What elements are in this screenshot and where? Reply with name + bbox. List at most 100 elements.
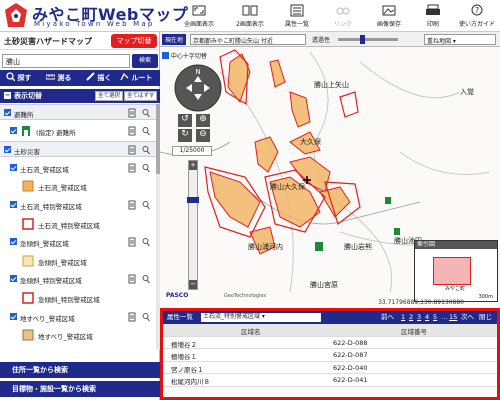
- layer-item[interactable]: 土石流_特別警戒区域: [0, 197, 156, 213]
- index-map-scale: 300m: [478, 294, 493, 300]
- layer-item[interactable]: 土石流_警戒区域: [0, 178, 156, 194]
- column-header[interactable]: 区域番号: [401, 326, 427, 336]
- prev-page-button[interactable]: 前へ: [381, 311, 394, 324]
- zoom-slider[interactable]: + −: [187, 160, 199, 290]
- shelter-marker[interactable]: [394, 228, 400, 235]
- layer-item[interactable]: 土石流_特別警戒区域: [0, 216, 156, 232]
- zoom-to-layer-icon[interactable]: [142, 126, 150, 136]
- collapse-icon[interactable]: −: [4, 92, 11, 99]
- page-link-4[interactable]: 4: [425, 311, 429, 324]
- layer-toggle-header[interactable]: − 表示切替 全て選択 全てはずす: [0, 89, 160, 103]
- pan-control[interactable]: N: [174, 64, 222, 112]
- layer-checkbox[interactable]: [10, 312, 17, 320]
- page-link-1[interactable]: 1: [401, 311, 405, 324]
- page-link-5[interactable]: 5: [433, 311, 437, 324]
- toolbar-button-attribute-list[interactable]: 属性一覧: [275, 1, 319, 31]
- shelter-marker[interactable]: [315, 242, 323, 251]
- zoom-to-layer-icon[interactable]: [142, 108, 150, 118]
- shelter-marker[interactable]: [385, 197, 391, 204]
- place-label: 勝山岩熊: [344, 243, 372, 251]
- checkbox-icon[interactable]: [162, 52, 169, 59]
- toolbar-button-fullscreen[interactable]: 全画面表示: [177, 1, 221, 31]
- layer-checkbox[interactable]: [10, 126, 17, 134]
- toolbar-button-guide[interactable]: ? 使い方ガイド: [455, 1, 499, 31]
- tool-route[interactable]: ルート: [120, 70, 152, 86]
- table-row[interactable]: 宮ノ原谷１ 622-D-040: [163, 362, 497, 374]
- select-all-button[interactable]: 全て選択: [95, 91, 124, 101]
- zoom-out-area-icon[interactable]: ⊖: [196, 129, 210, 142]
- zoom-to-layer-icon[interactable]: [142, 312, 150, 322]
- layer-checkbox[interactable]: [10, 163, 17, 171]
- opacity-handle[interactable]: [360, 35, 365, 44]
- index-map[interactable]: 索引図 みやこ町 300m: [414, 240, 498, 302]
- zoom-slider-handle[interactable]: [187, 197, 199, 203]
- geotech-credit: GeoTechnologies: [224, 293, 267, 299]
- tool-search[interactable]: 探す: [6, 70, 31, 86]
- page-link-2[interactable]: 2: [409, 311, 413, 324]
- facility-search-link[interactable]: 目標物・施設一覧から検索: [0, 381, 160, 397]
- column-header[interactable]: 区域名: [241, 326, 261, 336]
- document-icon[interactable]: [128, 312, 136, 322]
- clear-all-button[interactable]: 全てはずす: [124, 91, 158, 101]
- zoom-to-layer-icon[interactable]: [142, 200, 150, 210]
- tool-measure[interactable]: 測る: [45, 70, 71, 86]
- index-map-extent[interactable]: [433, 257, 471, 285]
- zoom-to-layer-icon[interactable]: [142, 163, 150, 173]
- layer-item[interactable]: 急傾斜_特別警戒区域: [0, 290, 156, 306]
- layer-checkbox[interactable]: [4, 109, 11, 116]
- layer-item[interactable]: (指定) 避難所: [0, 123, 156, 139]
- scale-display: 1/25000: [172, 146, 212, 156]
- rotate-right-icon[interactable]: ↻: [178, 129, 192, 142]
- map-view[interactable]: 現在地 京都郡みやこ町勝山矢山 付近 透過性 重ね地図 ▾ 中心十字切替 N ↺…: [160, 32, 500, 308]
- close-panel-button[interactable]: 閉じ: [479, 311, 492, 324]
- layer-checkbox[interactable]: [10, 238, 17, 246]
- layer-item[interactable]: 急傾斜_警戒区域: [0, 253, 156, 269]
- document-icon[interactable]: [128, 108, 136, 118]
- next-page-button[interactable]: 次へ: [461, 311, 474, 324]
- document-icon[interactable]: [128, 237, 136, 247]
- opacity-slider[interactable]: [338, 35, 398, 44]
- zoom-in-icon[interactable]: +: [189, 161, 197, 170]
- layer-item[interactable]: 地すべり_警戒区域: [0, 327, 156, 343]
- document-icon[interactable]: [128, 126, 136, 136]
- zoom-out-icon[interactable]: −: [189, 280, 197, 289]
- address-search-link[interactable]: 住所一覧から検索: [0, 362, 160, 378]
- rotate-left-icon[interactable]: ↺: [178, 114, 192, 127]
- document-icon[interactable]: [128, 200, 136, 210]
- zoom-area-icon[interactable]: ⊕: [196, 114, 210, 127]
- layer-label: 土石流_警戒区域: [20, 165, 69, 174]
- search-input[interactable]: 勝山: [2, 54, 130, 68]
- layer-checkbox[interactable]: [4, 146, 11, 154]
- layer-item[interactable]: 急傾斜_特別警戒区域: [0, 271, 156, 287]
- layer-label: 土石流_特別警戒区域: [20, 203, 82, 211]
- layer-item[interactable]: 土石流_警戒区域: [0, 160, 156, 176]
- basemap-select[interactable]: 重ね地図 ▾: [424, 34, 496, 45]
- layer-checkbox[interactable]: [10, 275, 17, 283]
- document-icon[interactable]: [128, 163, 136, 173]
- layer-item[interactable]: 急傾斜_警戒区域: [0, 234, 156, 250]
- table-row[interactable]: 檀増谷１ 622-D-087: [163, 349, 497, 362]
- layer-checkbox[interactable]: [10, 201, 17, 208]
- zoom-to-layer-icon[interactable]: [142, 274, 150, 284]
- address-field[interactable]: 京都郡みやこ町勝山矢山 付近: [190, 34, 306, 45]
- zoom-to-layer-icon[interactable]: [142, 145, 150, 155]
- layer-item[interactable]: 土砂災害: [0, 141, 156, 158]
- toolbar-button-save-image[interactable]: 画像保存: [367, 1, 411, 31]
- document-icon[interactable]: [128, 145, 136, 155]
- table-row[interactable]: 松尾河内川８ 622-D-041: [163, 374, 497, 387]
- document-icon[interactable]: [128, 274, 136, 284]
- pencil-icon: [86, 72, 95, 81]
- page-link-3[interactable]: 3: [417, 311, 421, 324]
- map-switch-button[interactable]: マップ切替: [111, 34, 157, 48]
- attribute-layer-select[interactable]: 土石流_特別警戒区域 ▾: [201, 313, 321, 322]
- layer-item[interactable]: 避難所: [0, 104, 156, 120]
- zoom-to-layer-icon[interactable]: [142, 237, 150, 247]
- table-row[interactable]: 檀増谷２ 622-D-088: [163, 337, 497, 349]
- search-button[interactable]: 検索: [132, 54, 158, 68]
- toolbar-button-split-screen[interactable]: 2画面表示: [228, 1, 272, 31]
- page-link-last[interactable]: 15: [449, 311, 457, 324]
- toolbar-button-print[interactable]: 印刷: [411, 1, 455, 31]
- center-cross-toggle[interactable]: 中心十字切替: [162, 51, 207, 60]
- tool-draw[interactable]: 描く: [86, 70, 111, 86]
- layer-item[interactable]: 地すべり_警戒区域: [0, 309, 156, 325]
